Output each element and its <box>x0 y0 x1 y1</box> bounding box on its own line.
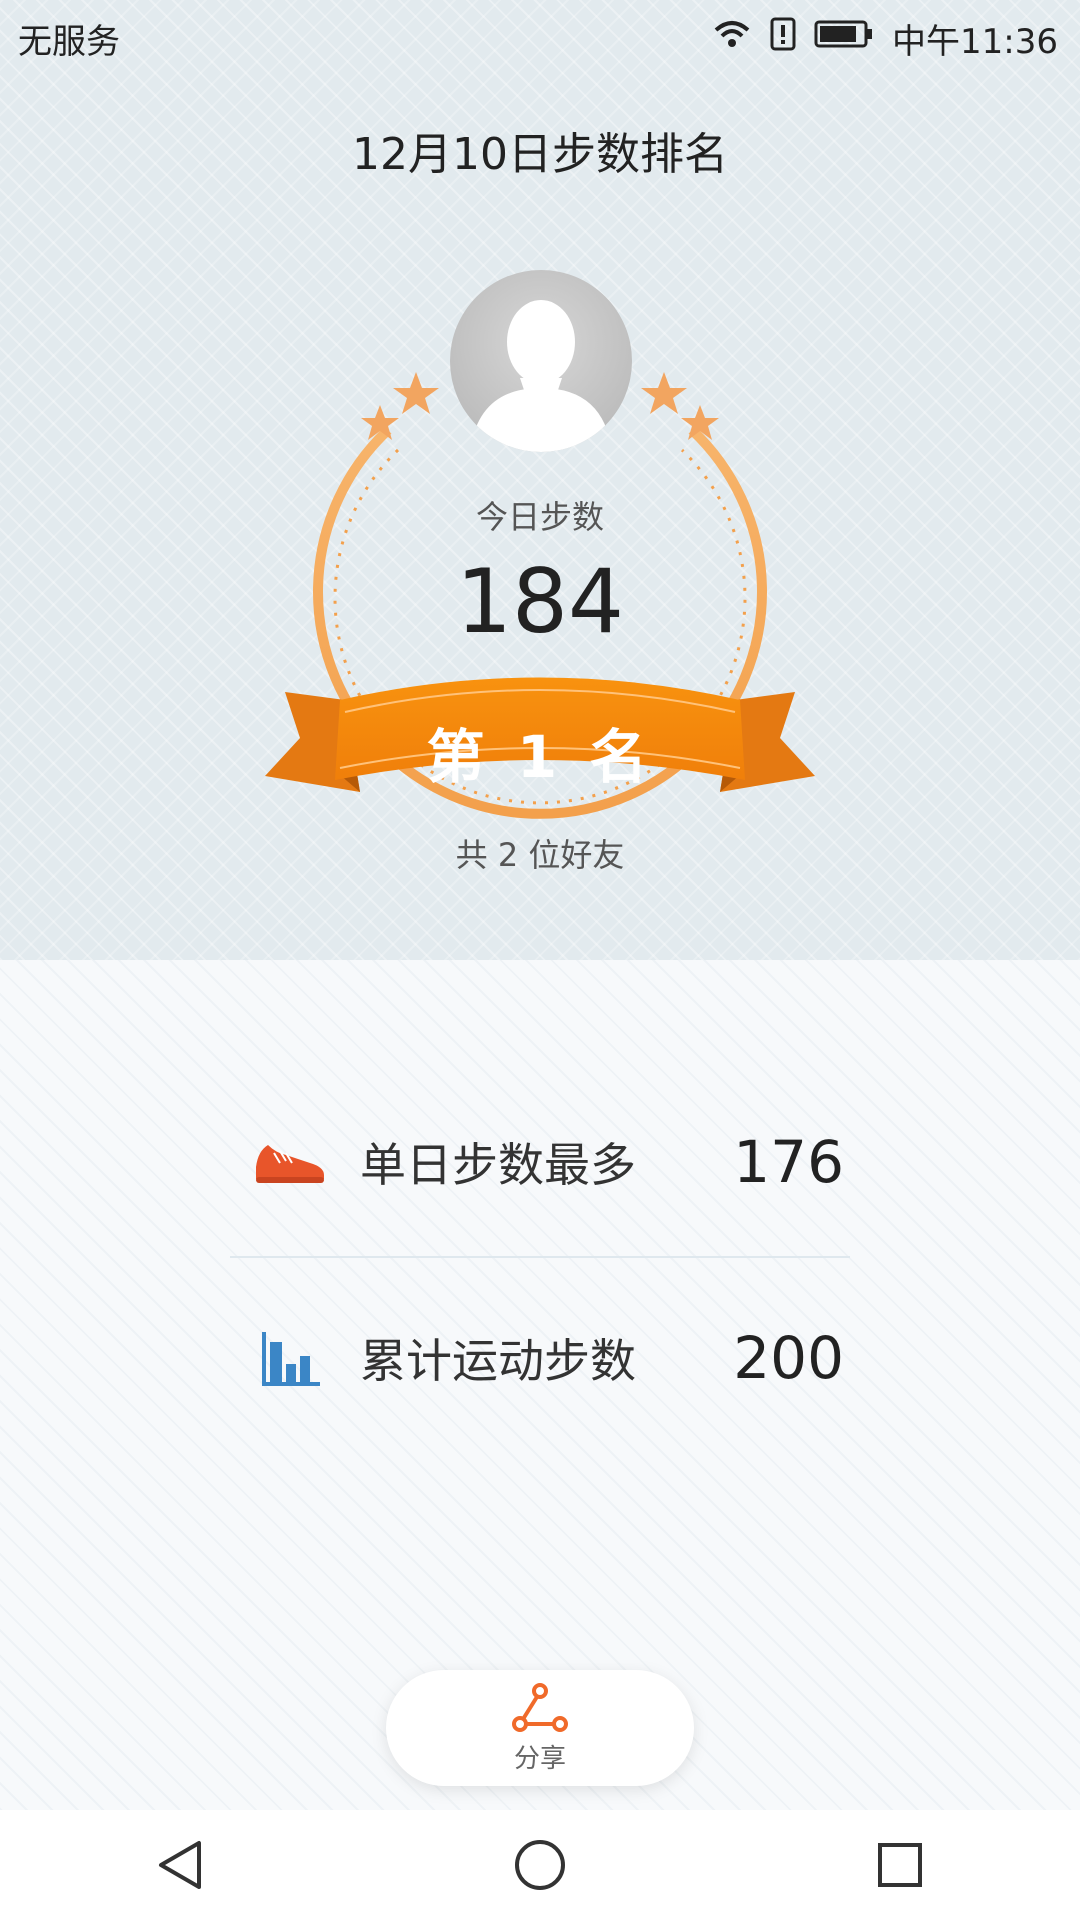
stat-value: 176 <box>733 1128 844 1196</box>
recents-button[interactable] <box>855 1820 945 1910</box>
today-steps-label: 今日步数 <box>475 498 604 536</box>
rank-text: 第 1 名 <box>426 723 654 791</box>
home-button[interactable] <box>495 1820 585 1910</box>
share-button[interactable]: 分享 <box>386 1670 694 1786</box>
shoe-icon <box>230 1137 350 1187</box>
stat-row-max-daily: 单日步数最多 176 <box>230 1112 850 1212</box>
system-nav-bar <box>0 1810 1080 1920</box>
today-steps-value: 184 <box>456 550 624 653</box>
avatar[interactable] <box>450 270 632 452</box>
back-icon <box>159 1841 201 1889</box>
share-icon <box>512 1682 568 1732</box>
back-button[interactable] <box>135 1820 225 1910</box>
stat-label: 单日步数最多 <box>360 1138 636 1192</box>
home-icon <box>515 1840 565 1890</box>
avatar-icon <box>470 300 612 452</box>
recents-icon <box>878 1843 922 1887</box>
bar-chart-icon <box>230 1328 350 1388</box>
stat-label: 累计运动步数 <box>360 1334 636 1388</box>
friends-count: 共 2 位好友 <box>455 836 625 874</box>
share-label: 分享 <box>513 1743 566 1774</box>
stat-value: 200 <box>733 1324 844 1392</box>
stat-row-total: 累计运动步数 200 <box>230 1308 850 1408</box>
stats-divider <box>230 1256 850 1258</box>
